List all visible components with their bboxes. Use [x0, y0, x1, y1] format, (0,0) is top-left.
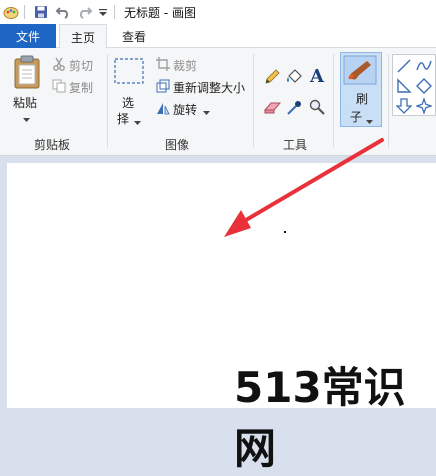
annotation-arrow	[224, 138, 384, 237]
watermark-text: 513常识网	[234, 363, 406, 473]
